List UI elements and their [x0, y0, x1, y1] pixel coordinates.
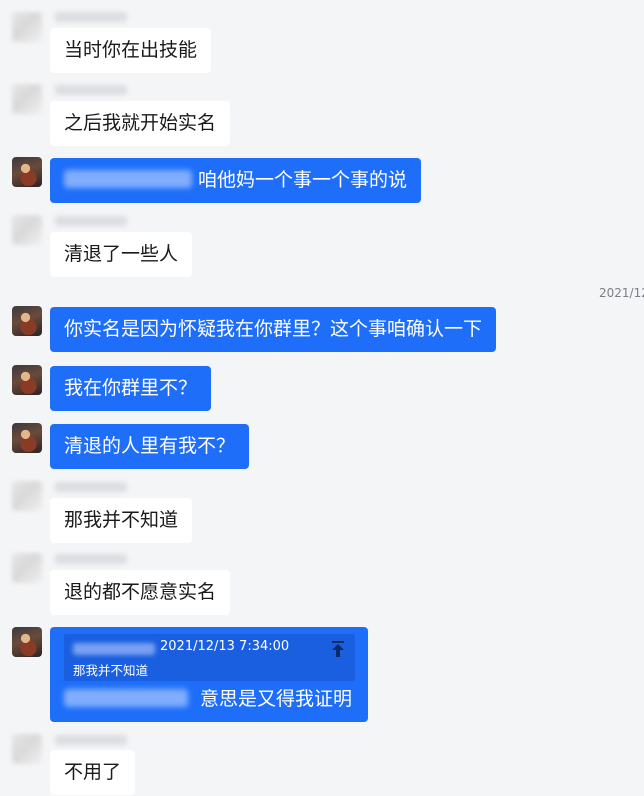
- message-text: 咱他妈一个事一个事的说: [198, 169, 408, 191]
- sender-name-blurred: [55, 735, 127, 745]
- message-bubble-self[interactable]: 咱他妈一个事一个事的说: [50, 158, 422, 203]
- quoted-sender-name-blurred: [73, 643, 155, 655]
- sender-name-blurred: [55, 85, 127, 95]
- message-text: 意思是又得我证明: [200, 688, 353, 710]
- quoted-message[interactable]: 2021/12/13 7:34:00 那我并不知道: [64, 634, 355, 681]
- sender-avatar[interactable]: [12, 553, 42, 583]
- message-bubble[interactable]: 那我并不知道: [50, 498, 193, 543]
- mention-tag-blurred[interactable]: [64, 688, 188, 707]
- sender-avatar[interactable]: [12, 481, 42, 511]
- reply-text-line: 意思是又得我证明: [64, 684, 352, 714]
- self-avatar[interactable]: [12, 365, 42, 395]
- message-bubble-self[interactable]: 你实名是因为怀疑我在你群里？这个事咱确认一下: [50, 307, 497, 352]
- sender-avatar[interactable]: [12, 84, 42, 114]
- self-avatar[interactable]: [12, 157, 42, 187]
- self-avatar[interactable]: [12, 627, 42, 657]
- message-bubble[interactable]: 清退了一些人: [50, 232, 193, 277]
- sender-avatar[interactable]: [12, 12, 42, 42]
- sender-avatar[interactable]: [12, 734, 42, 764]
- reply-message-bubble[interactable]: 2021/12/13 7:34:00 那我并不知道 意思是又得我证明: [50, 627, 368, 722]
- sender-name-blurred: [55, 216, 127, 226]
- message-bubble[interactable]: 不用了: [50, 750, 136, 795]
- sender-name-blurred: [55, 482, 127, 492]
- mention-tag-blurred[interactable]: [64, 169, 192, 188]
- self-avatar[interactable]: [12, 306, 42, 336]
- self-avatar[interactable]: [12, 423, 42, 453]
- message-bubble[interactable]: 退的都不愿意实名: [50, 570, 231, 615]
- sender-avatar[interactable]: [12, 215, 42, 245]
- jump-to-quote-icon[interactable]: [331, 640, 345, 658]
- time-divider: 2021/12: [599, 286, 644, 300]
- message-bubble-self[interactable]: 清退的人里有我不？: [50, 424, 250, 469]
- quoted-message-time: 2021/12/13 7:34:00: [160, 639, 290, 654]
- sender-name-blurred: [55, 12, 127, 22]
- chat-message-list[interactable]: 当时你在出技能 之后我就开始实名 咱他妈一个事一个事的说 清退了一些人 2021…: [0, 0, 644, 796]
- sender-name-blurred: [55, 554, 127, 564]
- message-bubble-self[interactable]: 我在你群里不？: [50, 366, 212, 411]
- message-bubble[interactable]: 之后我就开始实名: [50, 101, 231, 146]
- quoted-message-text: 那我并不知道: [73, 663, 149, 678]
- message-bubble[interactable]: 当时你在出技能: [50, 28, 212, 73]
